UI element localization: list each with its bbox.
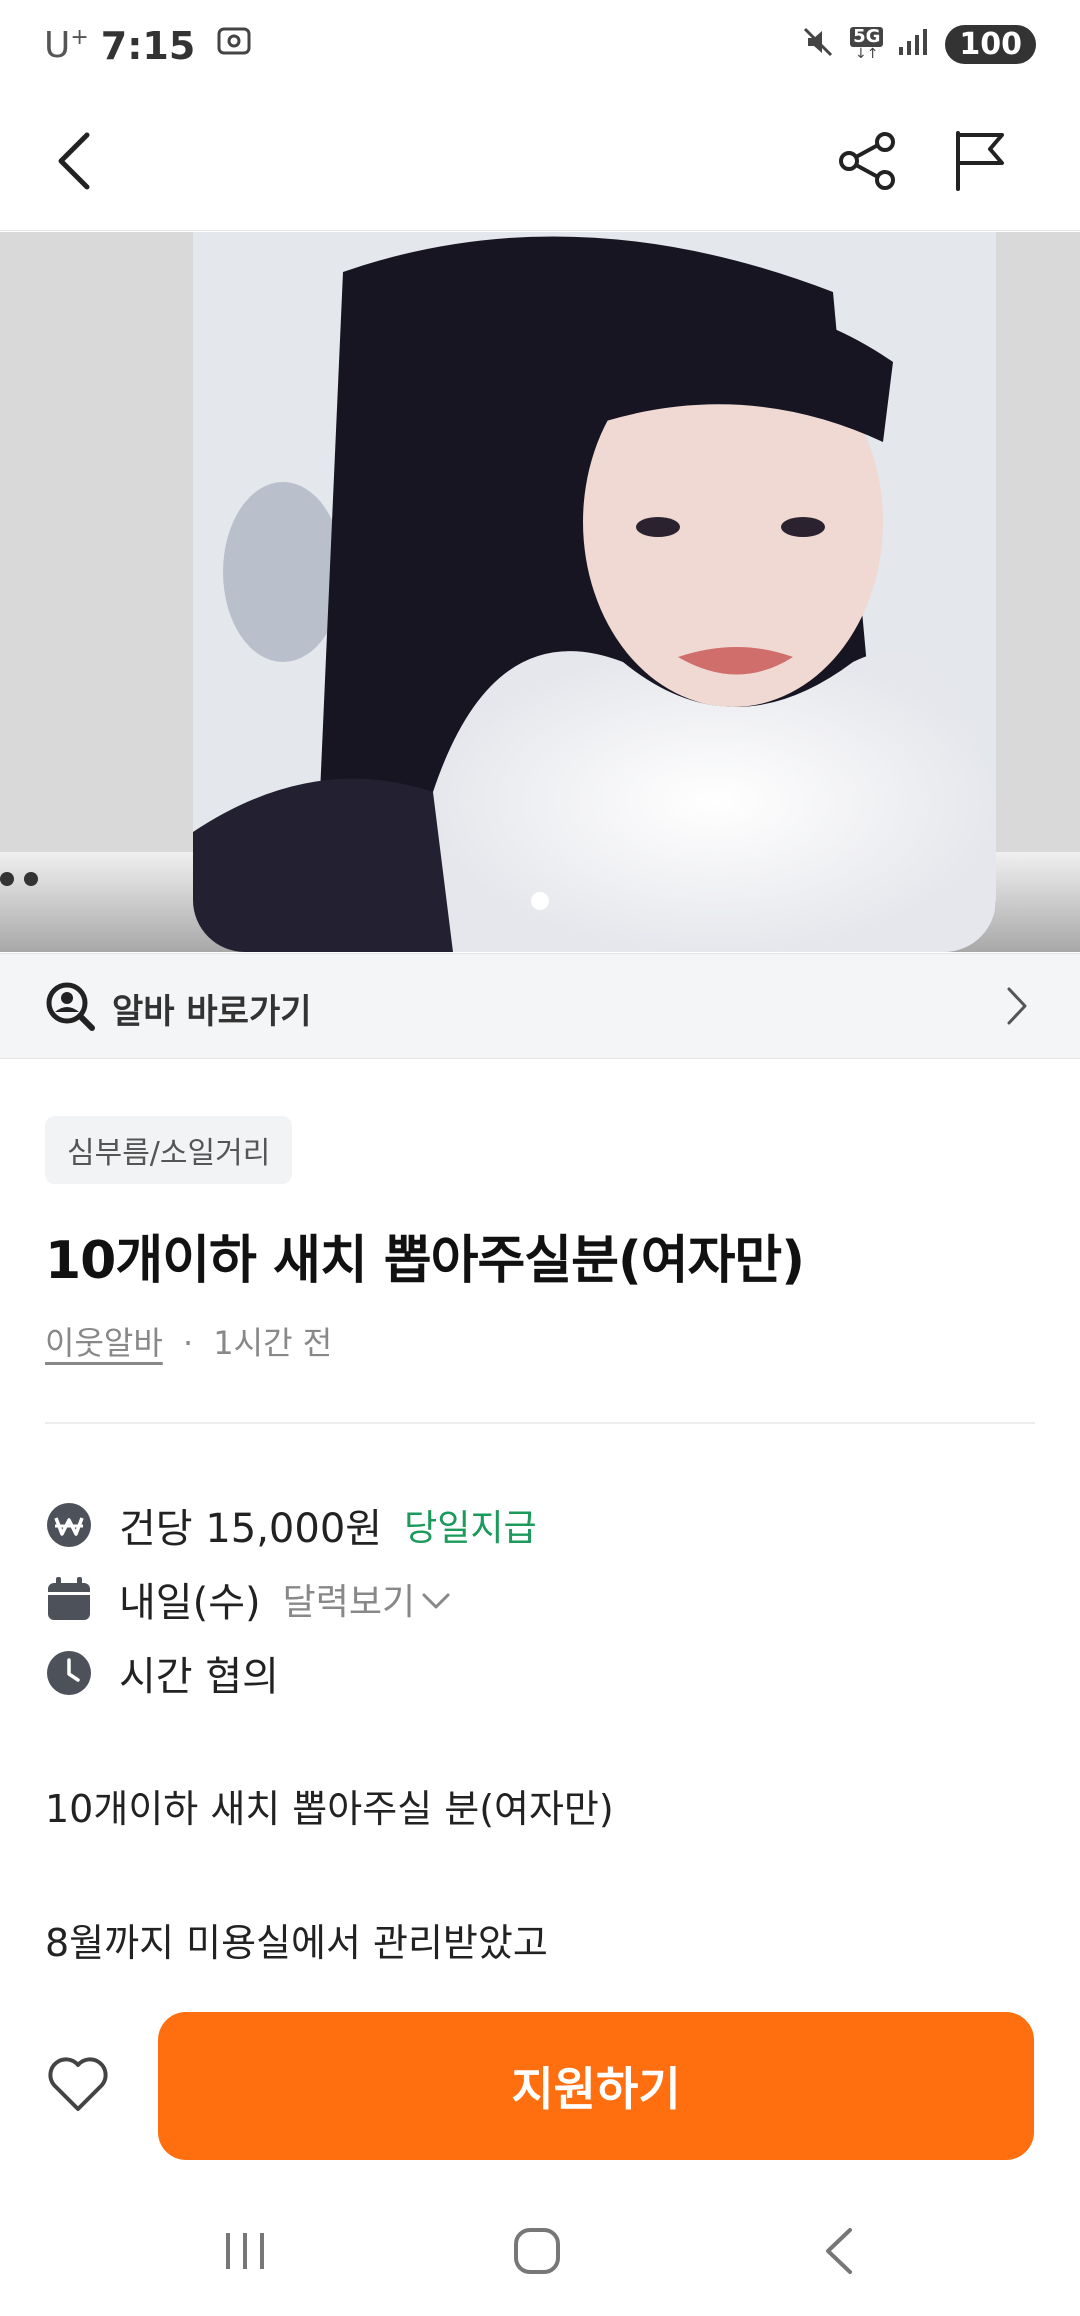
system-back-button[interactable] [794,2210,884,2296]
post-photo[interactable] [193,232,996,952]
post-meta: 이웃알바 · 1시간 전 [45,1318,332,1364]
divider [45,1422,1035,1424]
pay-amount: 건당 15,000원 [119,1506,383,1552]
date-row: 내일(수) 달력보기 [45,1570,451,1628]
author-link[interactable]: 이웃알바 [45,1324,163,1362]
description-line: 10개이하 새치 뽑아주실 분(여자만) [45,1787,614,1831]
description-line: 8월까지 미용실에서 관리받았고 [45,1921,548,1965]
share-button[interactable] [828,118,908,208]
post-title: 10개이하 새치 뽑아주실분(여자만) [45,1231,805,1291]
apply-button[interactable]: 지원하기 [158,2012,1034,2160]
screenshot-icon [215,22,253,69]
pay-badge: 당일지급 [404,1508,537,1549]
page-indicator-dot [531,892,549,910]
share-icon [837,130,899,196]
status-left: U+ 7:15 [44,22,253,69]
work-date: 내일(수) [119,1580,261,1626]
back-button[interactable] [40,118,110,208]
meta-separator: · [182,1324,194,1362]
battery-indicator: 100 [945,24,1036,64]
calendar-icon [45,1575,93,1623]
carrier-label: U+ [44,25,89,66]
recent-apps-button[interactable] [200,2210,290,2296]
category-tag: 심부름/소일거리 [45,1116,293,1184]
home-icon [512,2226,562,2280]
calendar-link[interactable]: 달력보기 [283,1573,451,1625]
status-bar: U+ 7:15 5G ↓↑ 100 [0,0,1080,96]
previous-image-hint [0,872,38,886]
recent-apps-icon [222,2229,268,2277]
calendar-link-label: 달력보기 [282,1582,416,1623]
shortcut-label: 알바 바로가기 [112,992,312,1032]
time-row: 시간 협의 [45,1644,279,1702]
clock-icon [45,1649,93,1697]
post-time: 1시간 전 [213,1324,333,1362]
chevron-down-icon [421,1579,451,1620]
chevron-left-icon [53,129,97,197]
network-icon: 5G ↓↑ [850,27,884,61]
heart-icon [46,2055,110,2117]
portrait-illustration [193,232,996,952]
pay-row: 건당 15,000원 당일지급 [45,1496,537,1554]
mute-icon [800,24,836,64]
chevron-right-icon [1006,986,1028,1030]
status-right: 5G ↓↑ 100 [800,24,1036,64]
job-shortcut-bar[interactable]: 알바 바로가기 [0,953,1080,1059]
report-button[interactable] [940,118,1020,208]
image-gallery[interactable] [0,232,1080,952]
search-person-icon [44,980,96,1036]
flag-icon [952,129,1008,197]
favorite-button[interactable] [36,2044,120,2128]
system-nav-bar [0,2190,1080,2316]
back-arrow-icon [822,2226,856,2280]
top-app-bar [0,96,1080,231]
home-button[interactable] [492,2210,582,2296]
work-time: 시간 협의 [119,1654,279,1700]
signal-icon [897,27,931,61]
clock: 7:15 [100,23,196,68]
won-icon [45,1501,93,1549]
